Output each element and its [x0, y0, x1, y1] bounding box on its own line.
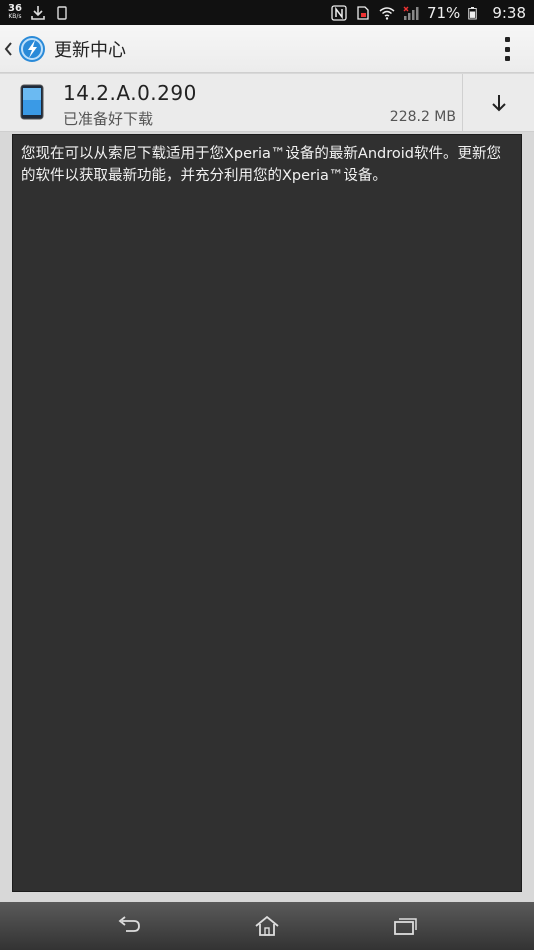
nav-home-button[interactable] [247, 906, 287, 946]
navigation-bar [0, 902, 534, 950]
download-arrow-icon [491, 95, 506, 112]
clock: 9:38 [492, 3, 526, 22]
update-size: 228.2 MB [389, 109, 456, 125]
download-button[interactable] [463, 74, 534, 132]
status-bar-right: 71% 9:38 [331, 4, 526, 22]
update-status: 已准备好下载 [63, 110, 154, 128]
network-speed-indicator: 36 KB/s [8, 2, 22, 21]
description-panel: 您现在可以从索尼下载适用于您Xperia™设备的最新Android软件。更新您的… [12, 134, 522, 892]
update-item[interactable]: 14.2.A.0.290 已准备好下载 228.2 MB [0, 74, 534, 132]
recent-apps-icon [394, 918, 417, 935]
action-bar: 更新中心 [0, 25, 534, 73]
network-speed-unit: KB/s [8, 12, 22, 20]
overflow-menu-icon[interactable] [500, 37, 514, 61]
signal-strength-icon [403, 6, 419, 20]
home-icon [255, 915, 279, 936]
status-bar-left: 36 KB/s [8, 2, 70, 21]
phone-device-icon [20, 84, 44, 120]
sim-card-icon [357, 5, 369, 20]
back-arrow-icon [118, 916, 140, 932]
back-chevron-icon[interactable] [3, 25, 17, 73]
network-speed-value: 36 [8, 2, 22, 14]
wifi-icon [379, 6, 395, 20]
battery-percentage: 71% [426, 3, 461, 22]
nfc-icon [331, 4, 347, 21]
status-bar: 36 KB/s 71% 9:38 [0, 0, 534, 25]
nav-recent-apps-button[interactable] [385, 906, 425, 946]
download-notification-icon [31, 5, 45, 20]
battery-icon [468, 6, 478, 19]
phone-notification-icon [57, 5, 67, 20]
page-title: 更新中心 [54, 39, 126, 61]
update-center-logo-icon[interactable] [18, 35, 46, 63]
update-description: 您现在可以从索尼下载适用于您Xperia™设备的最新Android软件。更新您的… [21, 146, 501, 184]
nav-back-button[interactable] [109, 906, 149, 946]
update-version: 14.2.A.0.290 [63, 81, 197, 105]
